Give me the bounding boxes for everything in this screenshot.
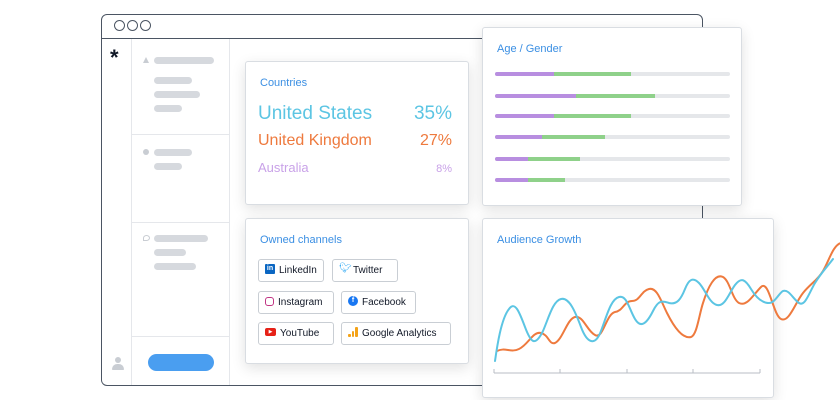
chat-icon xyxy=(143,235,150,241)
age-gender-bar-female-segment xyxy=(495,114,554,118)
age-gender-bar xyxy=(495,157,730,161)
age-gender-bar xyxy=(495,114,730,118)
nav-item-placeholder[interactable] xyxy=(154,235,208,242)
age-gender-bar-female-segment xyxy=(495,135,542,139)
audience-growth-card: Audience Growth xyxy=(482,218,840,398)
age-gender-bar-male-segment xyxy=(527,178,566,182)
age-gender-bar-male-segment xyxy=(527,157,580,161)
icon-rail: * xyxy=(102,39,132,385)
countries-card: Countries United States 35% United Kingd… xyxy=(245,61,469,205)
countries-card-title: Countries xyxy=(260,77,308,89)
channel-label: Twitter xyxy=(353,265,383,276)
twitter-icon: 🐦︎ xyxy=(339,263,352,275)
channel-label: Facebook xyxy=(362,297,406,308)
primary-action-button[interactable] xyxy=(148,354,214,371)
age-gender-card: Age / Gender xyxy=(482,27,742,206)
country-row-us: United States 35% xyxy=(258,103,452,127)
nav-group-messages xyxy=(132,223,230,337)
age-gender-bar-female-segment xyxy=(495,178,528,182)
nav-item-placeholder[interactable] xyxy=(154,149,192,156)
person-icon xyxy=(143,57,149,63)
country-name: Australia xyxy=(258,160,309,175)
age-gender-bar-male-segment xyxy=(553,72,632,76)
age-gender-bar xyxy=(495,178,730,182)
country-percent: 8% xyxy=(436,163,452,175)
channel-instagram[interactable]: Instagram xyxy=(258,291,334,314)
sidebar-nav xyxy=(132,39,230,385)
series-line-orange xyxy=(496,242,840,352)
age-gender-bar-male-segment xyxy=(542,135,606,139)
nav-item-placeholder[interactable] xyxy=(154,57,214,64)
age-gender-bar-female-segment xyxy=(495,157,528,161)
channel-label: Instagram xyxy=(278,297,323,308)
window-control-minimize[interactable] xyxy=(127,20,138,31)
window-control-close[interactable] xyxy=(114,20,125,31)
country-percent: 35% xyxy=(413,103,452,124)
age-gender-bar-female-segment xyxy=(495,72,554,76)
nav-item-placeholder[interactable] xyxy=(154,263,196,270)
age-gender-card-title: Age / Gender xyxy=(497,43,563,55)
series-line-blue xyxy=(494,258,834,362)
country-row-uk: United Kingdom 27% xyxy=(258,132,452,154)
app-logo: * xyxy=(110,45,119,70)
age-gender-bar xyxy=(495,94,730,98)
channel-facebook[interactable]: f Facebook xyxy=(341,291,416,314)
channel-linkedin[interactable]: in LinkedIn xyxy=(258,259,324,282)
age-gender-bar xyxy=(495,72,730,76)
channel-label: YouTube xyxy=(280,328,320,339)
nav-item-placeholder[interactable] xyxy=(154,77,192,84)
age-gender-bar xyxy=(495,135,730,139)
age-gender-bar-female-segment xyxy=(495,94,577,98)
instagram-icon xyxy=(265,296,274,306)
window-control-maximize[interactable] xyxy=(140,20,151,31)
audience-growth-chart xyxy=(493,242,840,374)
nav-item-placeholder[interactable] xyxy=(154,249,186,256)
youtube-icon: ▶ xyxy=(265,328,276,337)
owned-channels-card-title: Owned channels xyxy=(260,234,342,246)
channel-label: LinkedIn xyxy=(279,265,317,276)
facebook-icon: f xyxy=(348,296,358,307)
age-gender-bar-male-segment xyxy=(576,94,655,98)
google-analytics-icon xyxy=(348,327,358,338)
country-name: United States xyxy=(258,103,373,124)
nav-item-placeholder[interactable] xyxy=(154,105,182,112)
nav-group-profile xyxy=(132,39,230,135)
channel-google-analytics[interactable]: Google Analytics xyxy=(341,322,451,345)
linkedin-icon: in xyxy=(265,264,275,275)
country-name: United Kingdom xyxy=(258,132,372,149)
gear-icon xyxy=(143,149,149,155)
nav-item-placeholder[interactable] xyxy=(154,163,182,170)
nav-item-placeholder[interactable] xyxy=(154,91,200,98)
channel-youtube[interactable]: ▶ YouTube xyxy=(258,322,334,345)
user-icon[interactable] xyxy=(112,357,124,371)
country-percent: 27% xyxy=(419,132,452,149)
country-row-au: Australia 8% xyxy=(258,160,452,178)
owned-channels-card: Owned channels in LinkedIn 🐦︎Twitter Inst… xyxy=(245,218,469,364)
channel-twitter[interactable]: 🐦︎Twitter xyxy=(332,259,398,282)
nav-group-settings xyxy=(132,135,230,223)
age-gender-bar-male-segment xyxy=(553,114,632,118)
channel-label: Google Analytics xyxy=(362,328,437,339)
